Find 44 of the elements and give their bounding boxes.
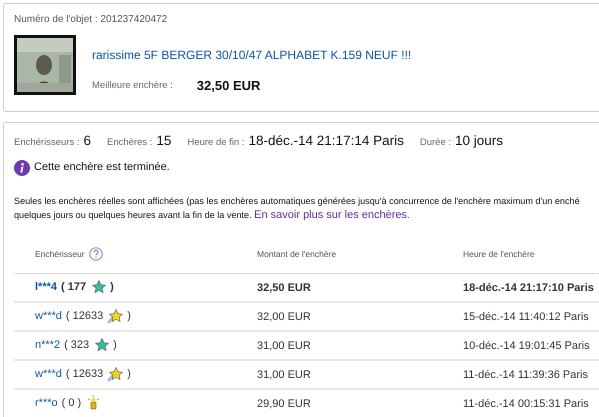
closing-parenthesis: ) [110,280,114,295]
bid-amount: 31,00 EUR [257,369,311,382]
bidder-link[interactable]: r***o [35,395,58,412]
bidder-link[interactable]: w***d [35,308,62,324]
closing-parenthesis: ) [113,338,117,353]
feedback-score: ( 177 [61,280,86,295]
summary-value: 15 [156,132,172,150]
bidder-link[interactable]: n***2 [35,337,60,354]
best-bid-label: Meilleure enchère : [92,78,173,93]
auction-ended-notice: Cette enchère est terminée. [34,160,170,176]
bid-time: 10-déc.-14 19:01:45 Paris [463,340,590,352]
bid-time: 18-déc.-14 21:17:10 Paris [463,282,594,294]
best-bid-value: 32,50 EUR [196,77,260,95]
bidder-link[interactable]: l***4 [35,279,58,296]
column-header: Enchérisseur [35,248,85,261]
feedback-score: ( 0 ) [62,396,82,411]
info-icon [14,160,30,176]
disclaimer-text: Seules les enchères réelles sont affichées (pas les enchères automatiques générées jusqu'à concurrence de l'enchère maximum d'un enché quelques jours ou quelques heures avant la fin de la vente. En savoir plus sur les enchères. [14,194,581,222]
feedback-score: ( 12633 [66,309,104,324]
bid-time: 15-déc.-14 11:40:12 Paris [463,311,589,324]
closing-parenthesis: ) [127,309,131,324]
summary-value: 10 jours [455,132,504,150]
column-header: Montant de l'enchère [257,248,336,261]
summary-label: Enchères : [107,136,152,150]
item-number: Numéro de l'objet : 201237420472 [14,13,168,27]
bid-time: 11-déc.-14 00:15:31 Paris [463,398,589,410]
item-title-link[interactable]: rarissime 5F BERGER 30/10/47 ALPHABET K.159 NEUF !!! [92,46,412,64]
bid-amount: 31,00 EUR [257,340,311,352]
bid-amount: 29,90 EUR [257,398,311,410]
summary-value: 18-déc.-14 21:17:14 Paris [248,132,404,150]
help-link[interactable]: En savoir plus sur les enchères [254,208,408,221]
bid-time: 11-déc.-14 11:39:36 Paris [463,369,588,382]
summary-label: Enchérisseurs : [14,136,80,150]
summary-label: Durée : [420,136,452,150]
summary-value: 6 [83,132,91,150]
bid-amount: 32,00 EUR [257,311,311,324]
help-icon[interactable] [88,247,103,262]
bidder-link[interactable]: w***d [35,366,62,382]
closing-parenthesis: ) [127,367,131,382]
feedback-score: ( 12633 [66,367,104,382]
bid-amount: 32,50 EUR [257,282,311,294]
summary-label: Heure de fin : [187,136,244,150]
column-header: Heure de l'enchère [463,248,535,261]
feedback-score: ( 323 [64,338,90,353]
